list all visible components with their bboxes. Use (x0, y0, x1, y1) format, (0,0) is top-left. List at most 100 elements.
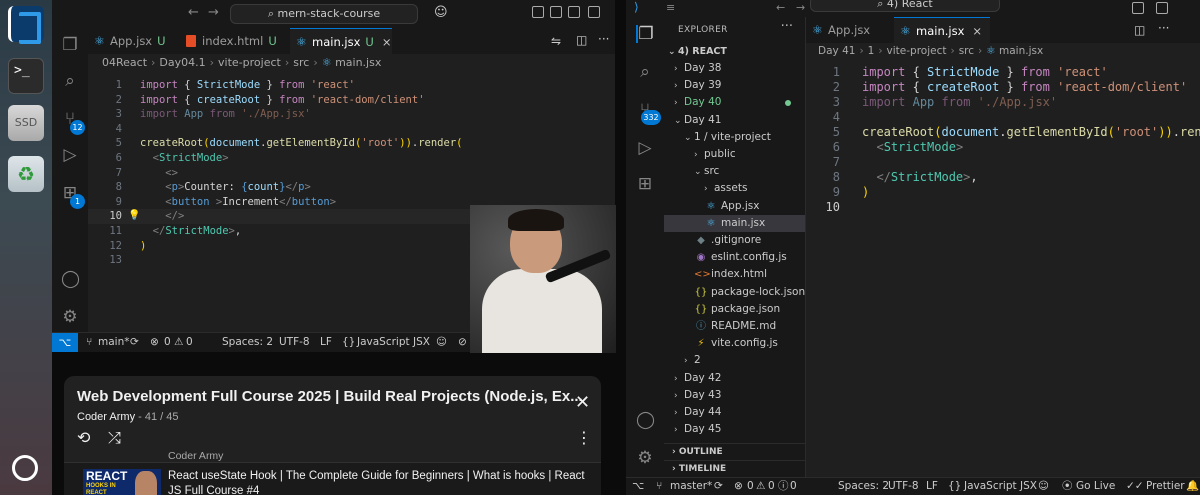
back-arrow-icon[interactable]: ← (188, 5, 199, 20)
close-tab-icon[interactable]: × (972, 24, 982, 38)
tree-file[interactable]: {} package-lock.json (664, 284, 806, 301)
tree-file[interactable]: <>index.html (664, 266, 805, 283)
extensions-icon[interactable]: ⊞ (636, 175, 654, 193)
customize-layout-icon[interactable] (588, 6, 600, 18)
toggle-panel-icon[interactable] (1132, 2, 1144, 14)
settings-gear-icon[interactable]: ⚙ (61, 308, 79, 326)
language-mode[interactable]: JavaScript JSX (357, 333, 430, 352)
video-thumbnail[interactable]: REACT HOOKS IN REACT USESTATE HOOK (83, 469, 161, 495)
tree-folder[interactable]: › public (664, 146, 805, 163)
go-live-button[interactable]: Go Live (1076, 478, 1115, 495)
tree-file[interactable]: {} package.json (664, 301, 805, 318)
settings-gear-icon[interactable]: ⚙ (636, 449, 654, 467)
code-editor[interactable]: 1 import { StrictMode } from 'react' 2 impo… (806, 59, 1200, 477)
outline-section[interactable]: › OUTLINE (664, 443, 805, 460)
remote-icon[interactable]: ⌥ (632, 478, 644, 495)
back-arrow-icon[interactable]: ← (776, 1, 785, 14)
tree-folder[interactable]: › assets (664, 180, 805, 197)
command-center-search[interactable]: ⌕ mern-stack-course (230, 4, 418, 24)
branch-indicator[interactable]: main* (98, 333, 130, 352)
language-mode[interactable]: JavaScript JSX (964, 478, 1037, 495)
copilot-icon[interactable]: ☺ (434, 5, 448, 20)
hamburger-menu-icon[interactable]: ≡ (666, 1, 675, 14)
notifications-icon[interactable]: 🔔 (1186, 478, 1199, 495)
account-icon[interactable]: ◯ (61, 270, 80, 288)
tree-folder[interactable]: › Day 39 (664, 77, 805, 94)
encoding[interactable]: UTF-8 (888, 478, 919, 495)
account-icon[interactable]: ◯ (636, 411, 655, 429)
branch-indicator[interactable]: master* (670, 478, 712, 495)
line-ending[interactable]: LF (320, 333, 332, 352)
tree-file[interactable]: ⚛ main.jsx (664, 214, 805, 232)
tree-folder[interactable]: › Day 38 (664, 60, 805, 77)
forward-arrow-icon[interactable]: → (796, 1, 805, 14)
tree-folder[interactable]: › 2 (664, 352, 805, 369)
indentation[interactable]: Spaces: 2 (222, 333, 273, 352)
tree-file[interactable]: ⚡ vite.config.js (664, 335, 805, 352)
tree-folder[interactable]: ⌄ src (664, 163, 805, 180)
warning-count[interactable]: 0 (768, 478, 775, 495)
tree-folder[interactable]: › Day 43 (664, 387, 805, 404)
indentation[interactable]: Spaces: 2 (838, 478, 889, 495)
warning-count[interactable]: 0 (186, 333, 193, 352)
prettier-button[interactable]: Prettier (1146, 478, 1185, 495)
lightbulb-icon[interactable]: 💡 (128, 209, 140, 224)
error-count[interactable]: 0 (164, 333, 171, 352)
next-video-item[interactable]: REACT HOOKS IN REACT USESTATE HOOK React… (64, 462, 601, 495)
search-icon[interactable]: ⌕ (61, 72, 79, 90)
run-debug-icon[interactable]: ▷ (636, 139, 654, 157)
tab-main-jsx[interactable]: ⚛ main.jsx × (894, 17, 990, 43)
next-video-title[interactable]: React useState Hook | The Complete Guide… (168, 469, 588, 495)
more-options-icon[interactable]: ⋮ (576, 428, 592, 447)
show-apps-icon[interactable] (12, 455, 38, 481)
line-ending[interactable]: LF (926, 478, 938, 495)
timeline-section[interactable]: › TIMELINE (664, 460, 805, 477)
explorer-icon[interactable]: ❐ (61, 36, 79, 54)
copilot-icon[interactable]: ☺ (1038, 478, 1049, 495)
toggle-secondary-sidebar-icon[interactable] (568, 6, 580, 18)
ssd-drive-icon[interactable]: SSD (8, 105, 44, 141)
no-bell-icon[interactable]: ⊘ (458, 333, 467, 352)
split-editor-icon[interactable]: ◫ (1134, 23, 1145, 37)
loop-icon[interactable]: ⟲ (77, 428, 90, 447)
more-actions-icon[interactable]: ··· (598, 32, 609, 46)
command-center-search[interactable]: ⌕ 4) React (810, 0, 1000, 12)
encoding[interactable]: UTF-8 (279, 333, 310, 352)
toggle-panel-icon[interactable] (550, 6, 562, 18)
more-actions-icon[interactable]: ··· (1158, 21, 1169, 35)
playlist-title[interactable]: Web Development Full Course 2025 | Build… (77, 388, 583, 405)
close-tab-icon[interactable]: × (382, 35, 392, 49)
sync-icon[interactable]: ⟳ (714, 478, 723, 495)
tab-app-jsx[interactable]: ⚛ App.jsx (806, 17, 894, 43)
run-debug-icon[interactable]: ▷ (61, 146, 79, 164)
tree-file[interactable]: ◆ .gitignore (664, 232, 805, 249)
explorer-icon[interactable]: ❐ (636, 25, 654, 43)
tree-folder[interactable]: › Day 45 (664, 421, 805, 438)
tree-folder[interactable]: › Day 44 (664, 404, 805, 421)
split-editor-icon[interactable]: ◫ (576, 33, 587, 47)
tree-file[interactable]: ⚛ App.jsx (664, 198, 805, 215)
tree-file[interactable]: ⓘ README.md (664, 318, 805, 335)
tree-folder[interactable]: ⌄ Day 41 (664, 112, 805, 129)
search-icon[interactable]: ⌕ (636, 63, 654, 81)
trash-icon[interactable]: ♻ (8, 156, 44, 192)
close-icon[interactable]: ✕ (575, 392, 590, 413)
toggle-sidebar-icon[interactable] (532, 6, 544, 18)
tab-index-html[interactable]: index.html U (180, 28, 290, 54)
copilot-icon[interactable]: ☺ (436, 333, 447, 352)
tree-folder[interactable]: › Day 40 (664, 94, 805, 111)
tree-file[interactable]: ◉ eslint.config.js (664, 249, 805, 266)
compare-changes-icon[interactable]: ⇋ (551, 34, 561, 48)
tab-main-jsx[interactable]: ⚛ main.jsx U × (290, 28, 392, 54)
shuffle-icon[interactable]: ⤮ (108, 428, 121, 448)
forward-arrow-icon[interactable]: → (208, 5, 219, 20)
info-count[interactable]: 0 (790, 478, 797, 495)
tree-folder[interactable]: ⌄ 1 / vite-project (664, 129, 805, 146)
terminal-app-icon[interactable]: >_ (8, 58, 44, 94)
more-actions-icon[interactable]: ··· (781, 19, 793, 34)
tree-folder[interactable]: › Day 42 (664, 370, 805, 387)
workspace-header[interactable]: ⌄ 4) REACT (664, 43, 805, 60)
error-count[interactable]: 0 (747, 478, 754, 495)
tab-app-jsx[interactable]: ⚛ App.jsx U (88, 28, 180, 54)
vscode-app-icon[interactable] (8, 6, 44, 44)
